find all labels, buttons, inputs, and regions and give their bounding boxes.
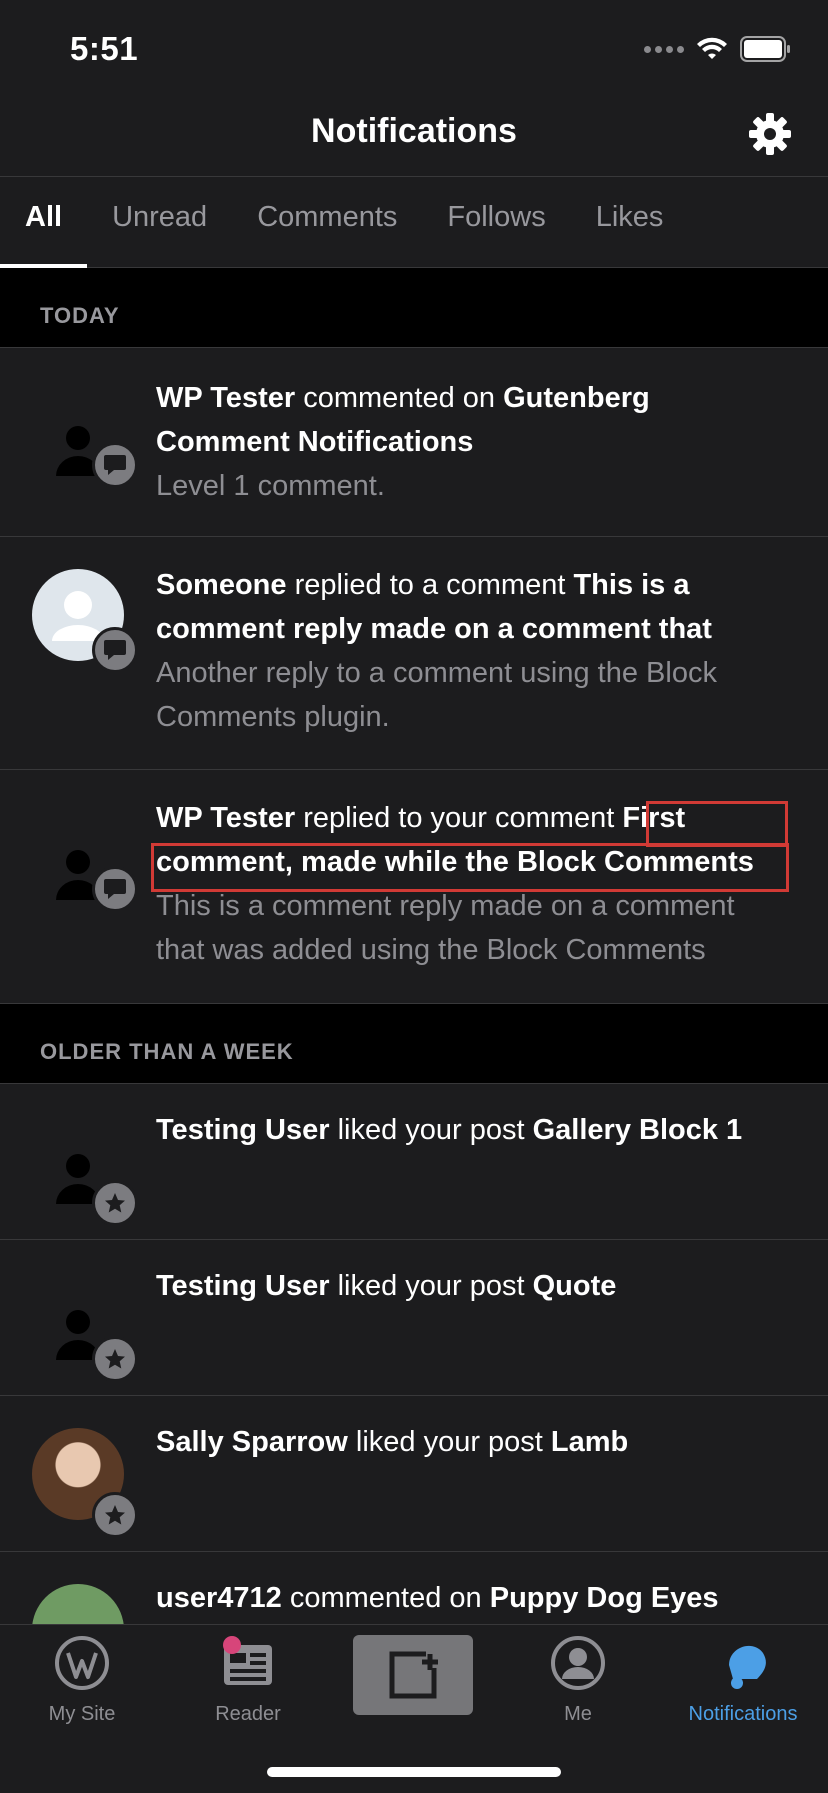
notification-snippet: Another reply to a comment using the Blo…: [156, 657, 717, 733]
notification-text: Testing User liked your post Quote: [156, 1264, 788, 1308]
notification-text: Sally Sparrow liked your post Lamb: [156, 1420, 788, 1464]
create-post-icon: [389, 1651, 438, 1699]
action-text: liked your post: [329, 1114, 533, 1146]
notification-row[interactable]: Testing User liked your post Gallery Blo…: [0, 1084, 828, 1240]
notification-row[interactable]: WP Tester replied to your comment First …: [0, 770, 828, 1004]
actor-name: Sally Sparrow: [156, 1426, 348, 1458]
wordpress-icon: [55, 1636, 109, 1690]
bell-icon: [729, 1645, 766, 1689]
tab-notifications[interactable]: Notifications: [668, 1635, 818, 1726]
tab-comments[interactable]: Comments: [232, 177, 422, 267]
tab-follows[interactable]: Follows: [422, 177, 570, 267]
home-indicator: [267, 1767, 561, 1777]
notification-row[interactable]: WP Tester commented on Gutenberg Comment…: [0, 348, 828, 537]
section-header-older: OLDER THAN A WEEK: [0, 1004, 828, 1084]
notification-row[interactable]: user4712 commented on Puppy Dog Eyes: [0, 1552, 828, 1624]
battery-icon: [740, 36, 790, 62]
actor-name: Testing User: [156, 1270, 330, 1302]
actor-name: WP Tester: [156, 382, 296, 414]
page-title: Notifications: [311, 112, 517, 150]
actor-name: Someone: [156, 569, 287, 601]
comment-icon: [92, 627, 138, 673]
section-header-today: TODAY: [0, 268, 828, 348]
notification-text: WP Tester replied to your comment First …: [156, 796, 788, 972]
notification-snippet: This is a comment reply made on a commen…: [156, 890, 735, 966]
notification-row[interactable]: Testing User liked your post Quote: [0, 1240, 828, 1396]
target-title: Puppy Dog Eyes: [489, 1582, 719, 1614]
target-title: Gallery Block 1: [532, 1114, 743, 1146]
actor-name: WP Tester: [156, 802, 296, 834]
notification-text: Testing User liked your post Gallery Blo…: [156, 1108, 788, 1152]
target-title: Lamb: [550, 1426, 629, 1458]
star-icon: [92, 1492, 138, 1538]
status-icons: [644, 36, 792, 62]
comment-icon: [92, 442, 138, 488]
gear-icon[interactable]: [748, 112, 792, 156]
navigation-bar: Notifications: [0, 96, 828, 177]
status-time: 5:51: [70, 30, 139, 67]
tab-unread[interactable]: Unread: [87, 177, 232, 267]
actor-name: Testing User: [156, 1114, 330, 1146]
notification-text: WP Tester commented on Gutenberg Comment…: [156, 376, 788, 508]
reader-icon: [223, 1636, 272, 1685]
tab-label: Me: [564, 1703, 592, 1725]
notification-row[interactable]: Someone replied to a comment This is a c…: [0, 537, 828, 770]
tab-my-site[interactable]: My Site: [7, 1635, 157, 1726]
profile-icon: [551, 1636, 605, 1690]
action-text: replied to your comment: [295, 802, 623, 834]
notification-text: Someone replied to a comment This is a c…: [156, 563, 788, 739]
notification-snippet: Level 1 comment.: [156, 470, 385, 502]
tab-reader[interactable]: Reader: [173, 1635, 323, 1726]
star-icon: [92, 1180, 138, 1226]
action-text: replied to a comment: [286, 569, 574, 601]
filter-tabs: All Unread Comments Follows Likes: [0, 177, 828, 268]
comment-icon: [92, 866, 138, 912]
action-text: liked your post: [347, 1426, 551, 1458]
notification-row[interactable]: Sally Sparrow liked your post Lamb: [0, 1396, 828, 1552]
tab-likes[interactable]: Likes: [571, 177, 689, 267]
action-text: commented on: [281, 1582, 490, 1614]
cellular-signal-icon: [644, 45, 684, 53]
target-title: Quote: [532, 1270, 617, 1302]
star-icon: [92, 1336, 138, 1382]
actor-name: user4712: [156, 1582, 282, 1614]
tab-label: Notifications: [688, 1703, 798, 1725]
tab-all[interactable]: All: [0, 177, 88, 268]
notification-text: user4712 commented on Puppy Dog Eyes: [156, 1576, 788, 1620]
action-text: liked your post: [329, 1270, 533, 1302]
tab-me[interactable]: Me: [503, 1635, 653, 1726]
bottom-tab-bar: My Site Reader Me Notifications: [0, 1624, 828, 1793]
avatar: [32, 1584, 124, 1624]
tab-label: Reader: [215, 1703, 281, 1725]
status-bar: 5:51: [0, 0, 828, 96]
create-post-button[interactable]: [353, 1635, 473, 1715]
wifi-icon: [697, 37, 727, 59]
action-text: commented on: [295, 382, 504, 414]
tab-label: My Site: [48, 1703, 116, 1725]
